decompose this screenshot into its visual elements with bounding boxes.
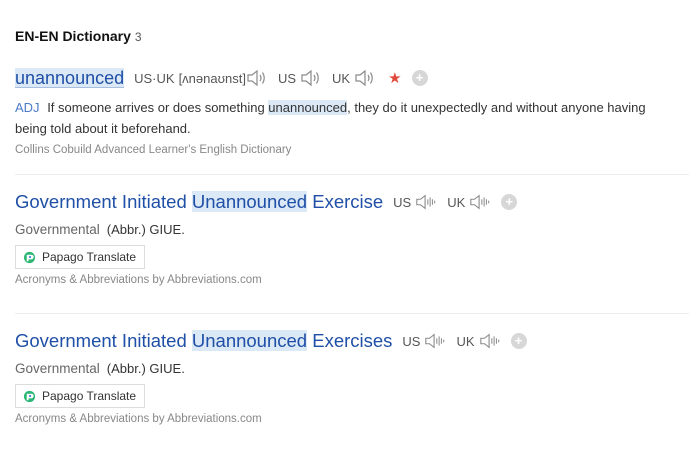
- headword-link[interactable]: unannounced: [15, 67, 125, 89]
- us-label: US: [277, 70, 296, 86]
- definition-text-before: If someone arrives or does something: [47, 100, 269, 115]
- add-icon[interactable]: +: [510, 333, 527, 349]
- papago-translate-label: Papago Translate: [42, 389, 137, 403]
- dictionary-panel: EN-EN Dictionary 3 unannounced US·UK [ʌnə…: [0, 0, 689, 467]
- us-label: US: [393, 194, 412, 210]
- add-icon[interactable]: +: [501, 194, 518, 210]
- papago-translate-label: Papago Translate: [42, 250, 137, 264]
- abbreviation: (Abbr.) GIUE.: [106, 222, 185, 237]
- us-speaker-icon[interactable]: [424, 332, 446, 350]
- uk-speaker-icon[interactable]: [354, 69, 376, 87]
- papago-icon: [23, 251, 36, 263]
- papago-translate-button[interactable]: Papago Translate: [15, 384, 146, 408]
- source-label: Acronyms & Abbreviations by Abbreviation…: [15, 274, 262, 286]
- meta-row: Governmental (Abbr.) GIUE.: [15, 361, 689, 376]
- entry-title-row: unannounced US·UK [ʌnənaʊnst] US UK ★ +: [15, 66, 689, 90]
- source-label: Collins Cobuild Advanced Learner's Engli…: [15, 144, 292, 156]
- divider: [15, 174, 689, 175]
- us-speaker-icon[interactable]: [415, 193, 437, 211]
- result-count: 3: [134, 30, 142, 44]
- us-speaker-icon[interactable]: [300, 69, 322, 87]
- uk-label: UK: [456, 333, 475, 349]
- definition-highlight: unannounced: [268, 100, 348, 115]
- us-label: US: [402, 333, 421, 349]
- papago-icon: [23, 390, 36, 402]
- papago-translate-button[interactable]: Papago Translate: [15, 245, 146, 269]
- divider: [15, 313, 689, 314]
- entry-title-link[interactable]: Government Initiated Unannounced Exercis…: [15, 191, 383, 213]
- section-title: EN-EN Dictionary: [15, 28, 131, 44]
- uk-label: UK: [447, 194, 466, 210]
- uk-label: UK: [332, 70, 351, 86]
- uk-speaker-icon[interactable]: [479, 332, 501, 350]
- uk-speaker-icon[interactable]: [469, 193, 491, 211]
- section-header: EN-EN Dictionary 3: [15, 28, 142, 44]
- add-icon[interactable]: +: [411, 70, 428, 86]
- pron-label: US·UK: [134, 70, 175, 86]
- entry-giue-exercise: Government Initiated Unannounced Exercis…: [15, 190, 689, 286]
- source-label: Acronyms & Abbreviations by Abbreviation…: [15, 413, 262, 425]
- definition: ADJ If someone arrives or does something…: [15, 98, 665, 139]
- entry-giue-exercises: Government Initiated Unannounced Exercis…: [15, 329, 689, 425]
- part-of-speech: ADJ: [15, 100, 40, 115]
- entry-title-link[interactable]: Government Initiated Unannounced Exercis…: [15, 330, 392, 352]
- speaker-icon[interactable]: [246, 69, 268, 87]
- meta-row: Governmental (Abbr.) GIUE.: [15, 222, 689, 237]
- field-label: Governmental: [15, 222, 100, 237]
- abbreviation: (Abbr.) GIUE.: [106, 361, 185, 376]
- phonetic: [ʌnənaʊnst]: [178, 70, 246, 86]
- entry-title-row: Government Initiated Unannounced Exercis…: [15, 190, 689, 214]
- entry-unannounced: unannounced US·UK [ʌnənaʊnst] US UK ★ + …: [15, 66, 689, 156]
- star-icon[interactable]: ★: [388, 69, 401, 87]
- entry-title-row: Government Initiated Unannounced Exercis…: [15, 329, 689, 353]
- field-label: Governmental: [15, 361, 100, 376]
